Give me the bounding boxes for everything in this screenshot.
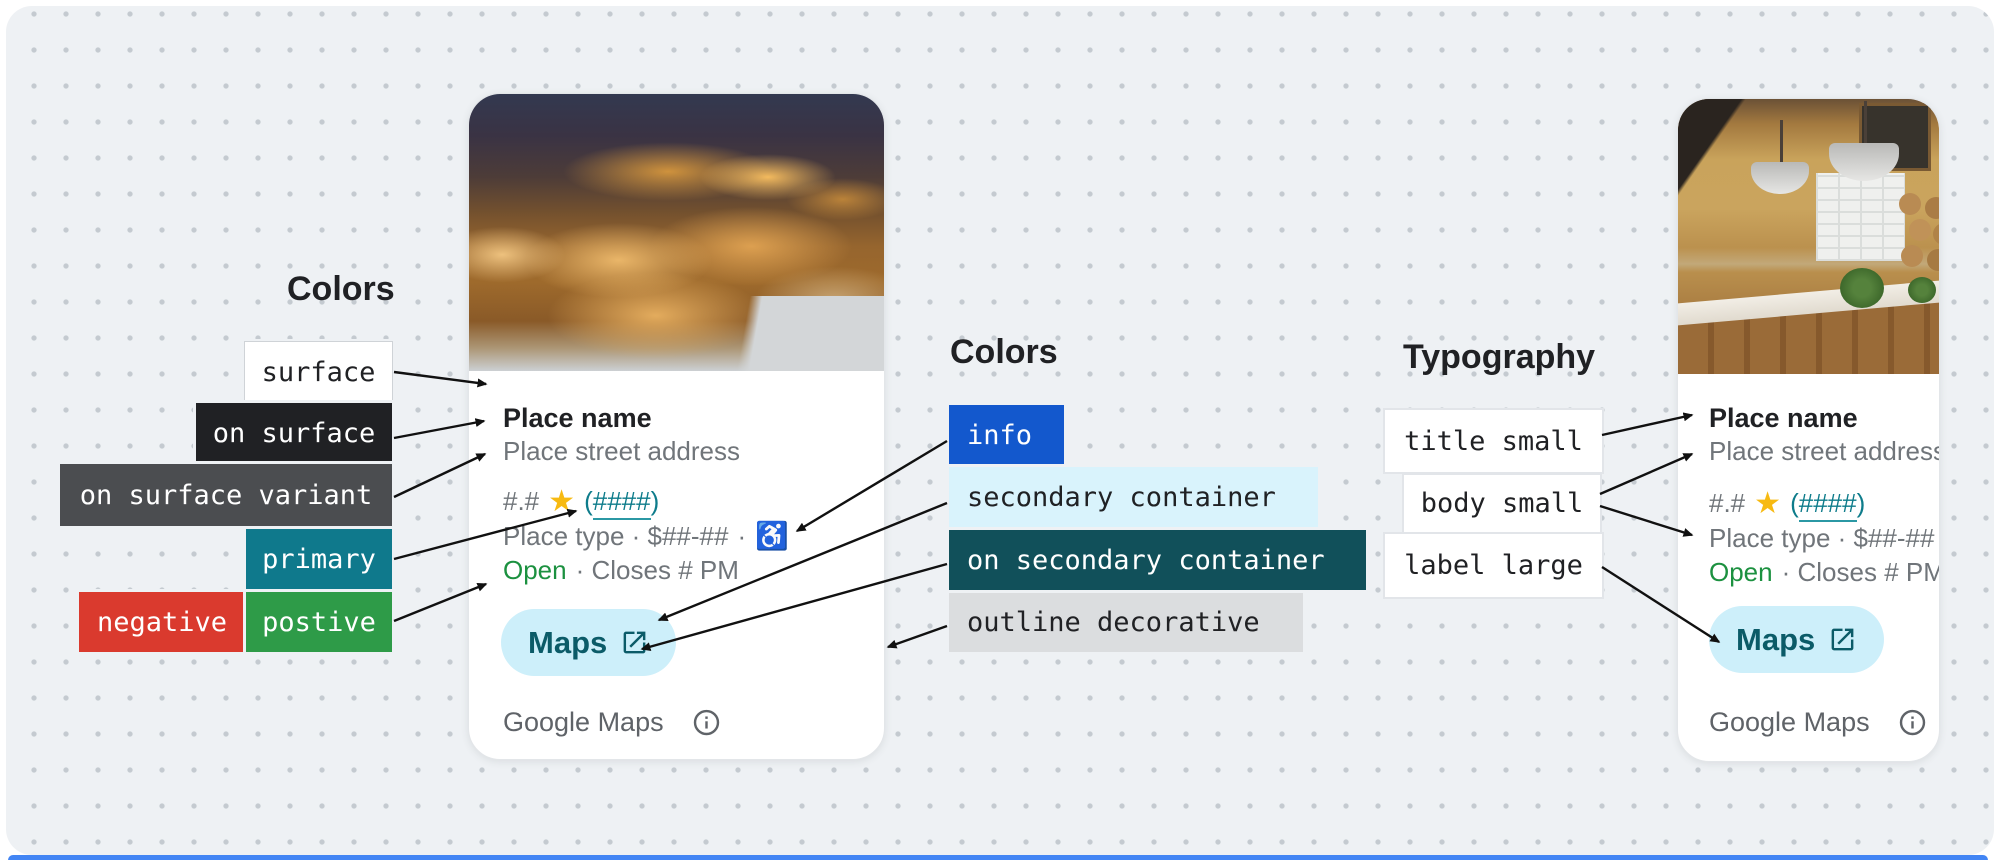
photo-tiles (1816, 173, 1905, 261)
rating-row: #.# ★ (####) (503, 486, 659, 517)
swatch-on-secondary-container: on secondary container (949, 530, 1366, 590)
type-price-row: Place type · $##-## (1709, 523, 1934, 554)
info-icon[interactable] (1898, 708, 1927, 737)
typography-label-large: label large (1383, 532, 1604, 599)
open-hours-row: Open · Closes # PM (503, 555, 739, 586)
typography-heading: Typography (1403, 338, 1595, 377)
place-name: Place name (1709, 403, 1858, 434)
place-name: Place name (503, 403, 652, 434)
type-price-text: Place type · $##-## (503, 521, 728, 552)
type-price-row: Place type · $##-## · ♿ (503, 521, 789, 552)
type-price-text: Place type · $##-## (1709, 523, 1934, 554)
swatch-outline-decorative: outline decorative (949, 593, 1303, 652)
street-address: Place street address (503, 436, 740, 467)
reviews-link[interactable]: (####) (584, 486, 659, 517)
star-icon: ★ (1754, 489, 1781, 519)
typography-title-small: title small (1383, 408, 1604, 474)
closes-text: · Closes # PM (576, 555, 739, 586)
typography-body-small: body small (1402, 473, 1602, 534)
open-in-new-icon (620, 628, 649, 657)
photo-plant (1908, 277, 1936, 303)
photo-breads (1899, 193, 1921, 215)
reviews-link[interactable]: (####) (1790, 488, 1865, 519)
swatch-info: info (949, 405, 1064, 466)
swatch-postive: postive (246, 592, 392, 652)
open-hours-row: Open · Closes # PM (1709, 557, 1940, 588)
swatch-on-surface: on surface (196, 403, 392, 464)
swatch-primary: primary (246, 529, 392, 590)
swatch-negative: negative (79, 592, 245, 652)
open-in-new-icon (1828, 625, 1857, 654)
photo-marble-counter (693, 296, 884, 371)
star-icon: ★ (548, 487, 575, 517)
maps-button[interactable]: Maps (501, 609, 676, 676)
place-card-large: Place name Place street address #.# ★ (#… (468, 93, 885, 760)
rating-value: #.# (1709, 488, 1745, 519)
cafe-photo (1678, 99, 1939, 374)
maps-button[interactable]: Maps (1709, 606, 1884, 673)
left-colors-heading: Colors (287, 270, 395, 309)
middle-colors-heading: Colors (950, 333, 1058, 372)
design-spec-canvas: Colors Colors Typography surface on surf… (0, 0, 2000, 860)
footer-label: Google Maps (1709, 707, 1870, 738)
rating-value: #.# (503, 486, 539, 517)
photo-plant (1840, 268, 1884, 308)
street-address: Place street address (1709, 436, 1940, 467)
swatch-surface: surface (245, 342, 392, 403)
swatch-secondary-container: secondary container (949, 467, 1318, 528)
bottom-accent-bar (8, 855, 1988, 860)
footer-label: Google Maps (503, 707, 664, 738)
bakery-photo (469, 94, 884, 371)
closes-text: · Closes # PM (1782, 557, 1940, 588)
card-footer: Google Maps (503, 707, 721, 738)
accessible-icon: ♿ (755, 523, 789, 550)
swatch-on-surface-variant: on surface variant (60, 464, 392, 526)
card-footer: Google Maps (1709, 707, 1927, 738)
open-status: Open (1709, 557, 1773, 588)
open-status: Open (503, 555, 567, 586)
dot-separator: · (737, 521, 746, 552)
place-card-small: Place name Place street address #.# ★ (#… (1677, 98, 1940, 762)
rating-row: #.# ★ (####) (1709, 488, 1865, 519)
info-icon[interactable] (692, 708, 721, 737)
